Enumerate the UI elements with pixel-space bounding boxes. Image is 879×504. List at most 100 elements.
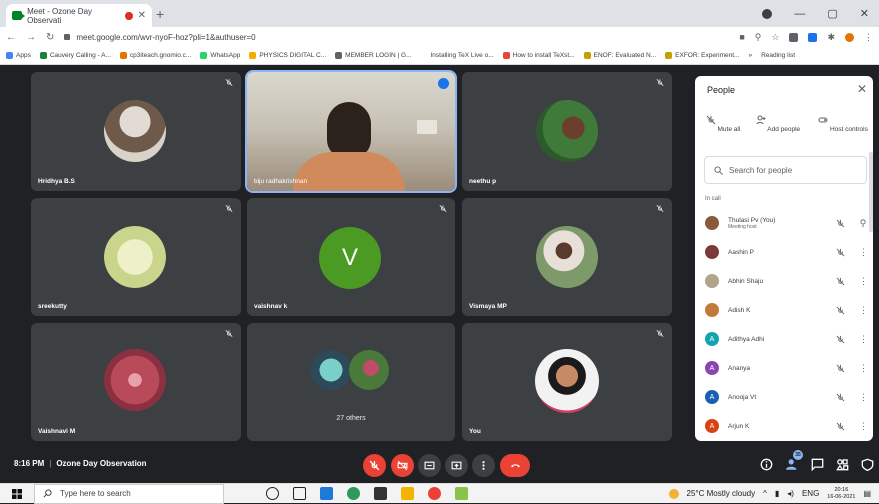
participant-list-item[interactable]: A Adithya Adhi ⋮ [705,328,868,350]
chevron-up-icon[interactable]: ^ [763,489,767,498]
cortana-icon[interactable] [266,487,279,500]
close-window-icon[interactable]: ✕ [860,7,869,20]
muted-mic-icon[interactable] [836,219,845,228]
panel-scrollbar[interactable] [869,152,873,232]
participant-tile[interactable]: Hridhya B.S [31,72,241,191]
participant-list-item[interactable]: A Ananya ⋮ [705,357,868,379]
taskbar-search-input[interactable]: Type here to search [34,483,224,504]
bookmark-item[interactable]: EXFOR: Experiment... [665,52,739,59]
more-vert-icon[interactable]: ⋮ [859,247,868,258]
weather-text[interactable]: 25°C Mostly cloudy [687,489,756,498]
bookmark-item[interactable]: ENOF: Evaluated N... [583,52,656,59]
network-icon[interactable]: ▮ [775,489,779,498]
browser-tab-meet[interactable]: Meet - Ozone Day Observati ✕ [6,4,152,27]
muted-mic-icon[interactable] [836,248,845,257]
taskbar-search-placeholder: Type here to search [60,489,131,498]
zoom-icon[interactable]: ⚲ [755,32,762,43]
url-text[interactable]: meet.google.com/wvr-nyoF-hoz?pli=1&authu… [76,33,255,42]
more-vert-icon[interactable]: ⋮ [859,392,868,403]
people-search-input[interactable]: Search for people [704,156,867,184]
muted-mic-icon[interactable] [836,335,845,344]
participant-tile[interactable]: Vaishnavi M [31,323,241,441]
mute-all-button[interactable]: Mute all [695,115,751,133]
more-vert-icon[interactable]: ⋮ [859,276,868,287]
bookmark-item[interactable]: MEMBER LOGIN | G... [335,52,412,59]
bookmark-item[interactable]: PHYSICS DIGITAL C... [249,52,326,59]
bookmark-item[interactable]: Cauvery Calling - A... [39,52,111,59]
start-button[interactable] [0,488,34,499]
store-icon[interactable] [374,487,387,500]
participant-list-item[interactable]: Thulasi Pv (You) Meeting host ⚲ [705,212,867,234]
participant-tile[interactable]: neethu p [462,72,672,191]
muted-mic-icon[interactable] [836,306,845,315]
app-icon[interactable] [455,487,468,500]
more-vert-icon[interactable]: ⋮ [859,305,868,316]
chat-icon[interactable] [811,458,824,471]
leave-call-button[interactable] [500,454,530,477]
activities-icon[interactable] [836,458,849,471]
new-tab-button[interactable]: + [156,6,164,22]
profile-icon[interactable] [762,8,773,19]
omnibox[interactable]: meet.google.com/wvr-nyoF-hoz?pli=1&authu… [64,33,729,42]
more-vert-icon[interactable]: ⋮ [859,363,868,374]
participant-list-item[interactable]: A Anooja Vt ⋮ [705,386,868,408]
more-options-button[interactable] [472,454,495,477]
muted-mic-icon[interactable] [836,277,845,286]
menu-icon[interactable]: ⋮ [864,32,873,43]
avatar-icon[interactable] [845,32,854,42]
participant-list-item[interactable]: Abhin Shaju ⋮ [705,270,868,292]
edge-icon[interactable] [347,487,360,500]
more-vert-icon[interactable]: ⋮ [859,334,868,345]
bookmark-star-icon[interactable]: ☆ [771,32,779,43]
camera-toggle-button[interactable] [391,454,414,477]
participant-tile-speaking[interactable]: biju radhakrishnan [245,70,457,193]
back-icon[interactable]: ← [6,32,16,43]
reload-icon[interactable]: ↻ [46,32,54,43]
volume-icon[interactable]: ◂) [787,489,794,498]
bookmark-item[interactable]: How to install TeXst... [502,52,575,59]
muted-mic-icon[interactable] [836,422,845,431]
participant-tile[interactable]: V vaishnav k [247,198,455,316]
bookmark-item[interactable]: WhatsApp [200,52,240,59]
participant-list-item[interactable]: Aashin P ⋮ [705,241,868,263]
more-bookmarks-button[interactable]: » [748,52,752,59]
close-tab-icon[interactable]: ✕ [138,10,146,21]
captions-button[interactable] [418,454,441,477]
info-icon[interactable] [760,458,773,471]
present-button[interactable] [445,454,468,477]
participant-list-item[interactable]: Adish K ⋮ [705,299,868,321]
add-people-button[interactable]: Add people [750,115,806,133]
participant-tile-self[interactable]: You [462,323,672,441]
file-explorer-icon[interactable] [401,487,414,500]
participant-video [247,72,455,191]
minimize-icon[interactable]: — [794,8,805,20]
pin-icon[interactable]: ⚲ [859,218,867,229]
participant-list-item[interactable]: A Arjun K ⋮ [705,415,868,437]
notifications-icon[interactable]: ▤ [863,489,871,498]
puzzle-icon[interactable]: ✱ [827,32,835,43]
camera-icon[interactable]: ■ [739,32,744,42]
task-view-icon[interactable] [293,487,306,500]
mail-icon[interactable] [320,487,333,500]
participant-tile[interactable]: sreekutty [31,198,241,316]
extension-icon[interactable] [789,32,799,42]
chrome-icon[interactable] [428,487,441,500]
mic-toggle-button[interactable] [363,454,386,477]
bookmark-item[interactable]: Installing TeX Live o... [420,52,494,59]
others-tile[interactable]: 27 others [247,323,455,441]
muted-mic-icon[interactable] [836,364,845,373]
bookmark-item[interactable]: Apps [6,52,31,59]
bookmark-item[interactable]: cp3iteach.gnomio.c... [119,52,191,59]
clock[interactable]: 20:16 16-06-2021 [827,487,855,501]
close-panel-icon[interactable]: ✕ [857,82,867,96]
forward-icon[interactable]: → [26,32,36,43]
reading-list-button[interactable]: Reading list [761,52,795,59]
language-indicator[interactable]: ENG [802,489,819,498]
host-shield-icon[interactable] [861,458,874,471]
muted-mic-icon[interactable] [836,393,845,402]
extension-icon[interactable] [808,32,818,42]
participant-tile[interactable]: Vismaya MP [462,198,672,316]
more-vert-icon[interactable]: ⋮ [859,421,868,432]
maximize-icon[interactable]: ▢ [827,7,837,20]
host-controls-button[interactable]: Host controls [813,115,873,133]
